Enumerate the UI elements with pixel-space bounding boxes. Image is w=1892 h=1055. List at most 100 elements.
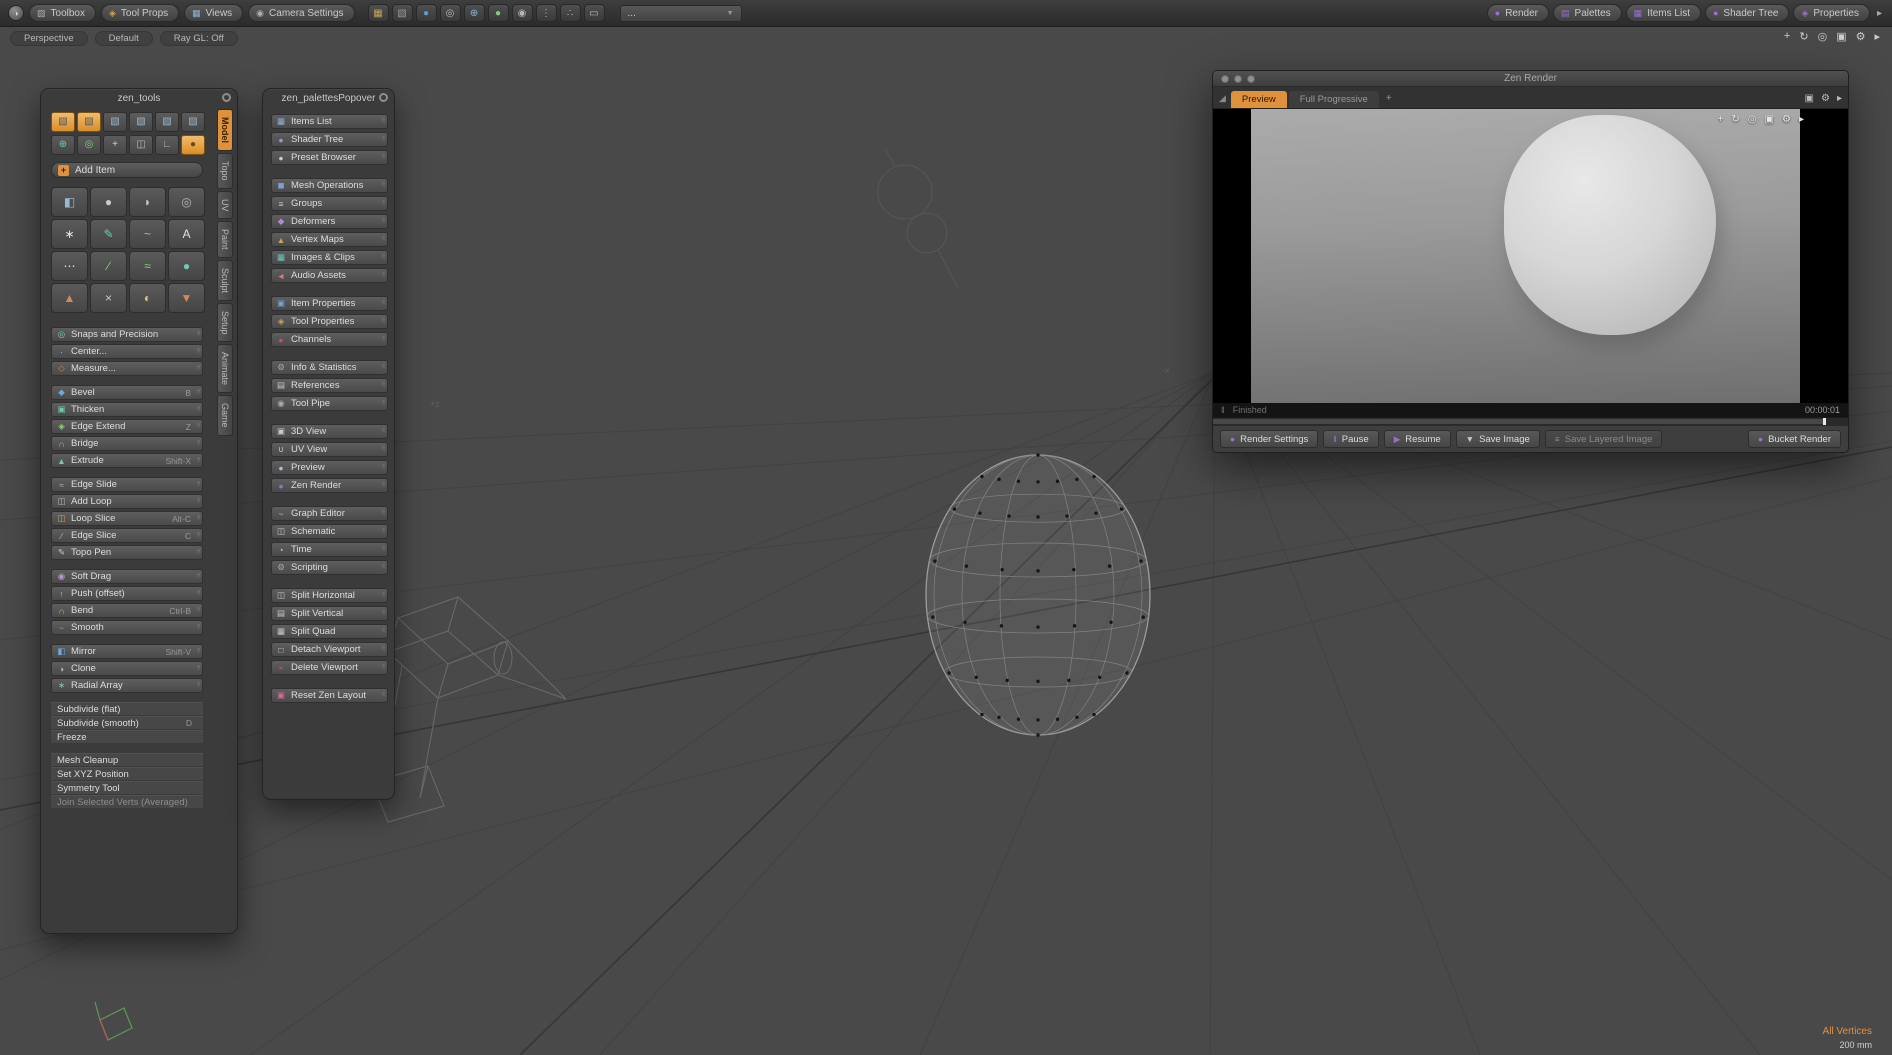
pan-render-icon[interactable]: + xyxy=(1718,114,1724,125)
modeling-tool-button[interactable]: Join Selected Verts (Averaged) xyxy=(51,795,203,809)
palette-button[interactable]: ▣ Item Properties xyxy=(271,296,388,311)
layout-tab[interactable]: Setup xyxy=(217,302,233,343)
mode-button[interactable]: ◎ xyxy=(77,135,101,155)
tool-grid-button[interactable]: A xyxy=(168,219,205,249)
mode-button[interactable]: ⊕ xyxy=(51,135,75,155)
toolbar-icon-button[interactable]: ∴ xyxy=(559,4,581,22)
tool-grid-button[interactable]: ~ xyxy=(129,219,166,249)
mode-button[interactable]: + xyxy=(103,135,127,155)
modeling-tool-button[interactable]: · Center... xyxy=(51,344,203,359)
palette-button[interactable]: □ Detach Viewport xyxy=(271,642,388,657)
modeling-tool-button[interactable]: ≈ Edge Slide xyxy=(51,477,203,492)
toolbar-panel-button[interactable]: ● Render xyxy=(1486,4,1550,22)
zoom-window-icon[interactable] xyxy=(1247,75,1255,83)
modeling-tool-button[interactable]: Subdivide (flat) xyxy=(51,702,203,716)
orbit-view-icon[interactable]: ↻ xyxy=(1799,30,1808,43)
mode-button[interactable]: ▧ xyxy=(77,112,101,132)
app-logo-icon[interactable]: ◑ xyxy=(8,5,24,21)
minimize-window-icon[interactable] xyxy=(1234,75,1242,83)
layout-tab[interactable]: Game xyxy=(217,395,233,436)
render-action-button[interactable]: ‖ Pause xyxy=(1323,430,1379,448)
reference-object-wireframe[interactable] xyxy=(371,596,567,823)
palette-button[interactable]: ◔ Time xyxy=(271,542,388,557)
panel-arrow-icon[interactable]: ▸ xyxy=(1837,93,1842,104)
palette-button[interactable]: ◫ Split Horizontal xyxy=(271,588,388,603)
palette-button[interactable]: ▤ References xyxy=(271,378,388,393)
toolbar-panel-button[interactable]: ▤ Palettes xyxy=(1553,4,1622,22)
render-tab[interactable]: Full Progressive xyxy=(1288,91,1379,108)
tool-preset-dropdown[interactable]: ... ▼ xyxy=(619,4,742,22)
tool-grid-button[interactable]: ◧ xyxy=(51,187,88,217)
render-gear-icon[interactable]: ⚙ xyxy=(1782,114,1791,125)
mode-button[interactable]: ▧ xyxy=(181,112,205,132)
modeling-tool-button[interactable]: Set XYZ Position xyxy=(51,767,203,781)
toolbar-panel-button[interactable]: ▦ Items List xyxy=(1625,4,1701,22)
pop-out-icon[interactable]: ▣ xyxy=(1805,93,1814,104)
palette-button[interactable]: ◉ Tool Pipe xyxy=(271,396,388,411)
palette-button[interactable]: ⚙ Scripting xyxy=(271,560,388,575)
palette-button[interactable]: ● Preview xyxy=(271,460,388,475)
tool-grid-button[interactable]: ▼ xyxy=(168,283,205,313)
modeling-tool-button[interactable]: ◉ Soft Drag xyxy=(51,569,203,584)
refresh-render-icon[interactable]: ↻ xyxy=(1731,114,1739,125)
palette-button[interactable]: ∪ UV View xyxy=(271,442,388,457)
toolbar-icon-button[interactable]: ● xyxy=(487,4,509,22)
palette-button[interactable]: ▤ Split Vertical xyxy=(271,606,388,621)
modeling-tool-button[interactable]: ◎ Snaps and Precision xyxy=(51,327,203,342)
toolbar-icon-button[interactable]: ● xyxy=(415,4,437,22)
modeling-tool-button[interactable]: Subdivide (smooth) D xyxy=(51,716,203,730)
toolbar-icon-button[interactable]: ◉ xyxy=(511,4,533,22)
toolbar-button[interactable]: ◈ Tool Props xyxy=(100,4,180,22)
zoom-render-icon[interactable]: ◎ xyxy=(1748,114,1757,125)
modeling-tool-button[interactable]: ◑ Clone xyxy=(51,661,203,676)
tool-grid-button[interactable]: ● xyxy=(168,251,205,281)
modeling-tool-button[interactable]: ∩ Bridge xyxy=(51,436,203,451)
view-style-button[interactable]: Default xyxy=(94,31,153,46)
layout-tab[interactable]: Paint xyxy=(217,221,233,258)
tool-grid-button[interactable]: ● xyxy=(90,187,127,217)
render-options-gear-icon[interactable]: ⚙ xyxy=(1821,93,1830,104)
render-action-button[interactable]: ▶ Resume xyxy=(1383,430,1451,448)
modeling-tool-button[interactable]: ◇ Measure... xyxy=(51,361,203,376)
toolbar-icon-button[interactable]: ◎ xyxy=(439,4,461,22)
palette-button[interactable]: ▲ Vertex Maps xyxy=(271,232,388,247)
toolbar-button[interactable]: ▦ Views xyxy=(184,4,244,22)
render-action-button[interactable]: ● Render Settings xyxy=(1220,430,1319,448)
palette-button[interactable]: ◄ Audio Assets xyxy=(271,268,388,283)
viewport-corner-icon[interactable]: ◢ xyxy=(1219,93,1226,104)
palette-button[interactable]: ⚙ Info & Statistics xyxy=(271,360,388,375)
modeling-tool-button[interactable]: ~ Smooth xyxy=(51,620,203,635)
progress-handle[interactable] xyxy=(1822,418,1826,425)
panel-pin-icon[interactable] xyxy=(379,93,388,102)
toolbar-icon-button[interactable]: ▦ xyxy=(367,4,389,22)
tool-grid-button[interactable]: ◎ xyxy=(168,187,205,217)
pause-small-icon[interactable]: ‖ xyxy=(1221,405,1225,415)
modeling-tool-button[interactable]: Freeze xyxy=(51,730,203,744)
tool-grid-button[interactable]: ◐ xyxy=(129,283,166,313)
fit-render-icon[interactable]: ▣ xyxy=(1765,114,1774,125)
add-item-button[interactable]: + Add Item xyxy=(51,162,203,178)
palette-button[interactable]: ▣ 3D View xyxy=(271,424,388,439)
zen-palettes-titlebar[interactable]: zen_palettesPopover xyxy=(263,89,394,107)
mode-button[interactable]: ∟ xyxy=(155,135,179,155)
layout-tab[interactable]: UV xyxy=(217,190,233,220)
palette-button[interactable]: ▦ Images & Clips xyxy=(271,250,388,265)
mode-button[interactable]: ● xyxy=(181,135,205,155)
modeling-tool-button[interactable]: ↑ Push (offset) xyxy=(51,586,203,601)
mode-button[interactable]: ▧ xyxy=(155,112,179,132)
layout-tab[interactable]: Animate xyxy=(217,344,233,394)
render-action-button[interactable]: ≡ Save Layered Image xyxy=(1544,430,1663,448)
palette-button[interactable]: ◆ Deformers xyxy=(271,214,388,229)
palette-button[interactable]: ▦ Split Quad xyxy=(271,624,388,639)
modeling-tool-button[interactable]: ∩ Bend Ctrl-B xyxy=(51,603,203,618)
toolbar-icon-button[interactable]: ▭ xyxy=(583,4,605,22)
toolbar-icon-button[interactable]: ▧ xyxy=(391,4,413,22)
window-titlebar[interactable]: Zen Render xyxy=(1213,71,1848,87)
zoom-view-icon[interactable]: ◎ xyxy=(1818,30,1828,43)
sphere-wireframe[interactable] xyxy=(925,453,1151,737)
tool-grid-button[interactable]: ≈ xyxy=(129,251,166,281)
render-action-button[interactable]: ▼ Save Image xyxy=(1455,430,1540,448)
viewport-expand-icon[interactable]: ▸ xyxy=(1874,30,1880,43)
modeling-tool-button[interactable]: ∗ Radial Array xyxy=(51,678,203,693)
palette-button[interactable]: ◈ Tool Properties xyxy=(271,314,388,329)
